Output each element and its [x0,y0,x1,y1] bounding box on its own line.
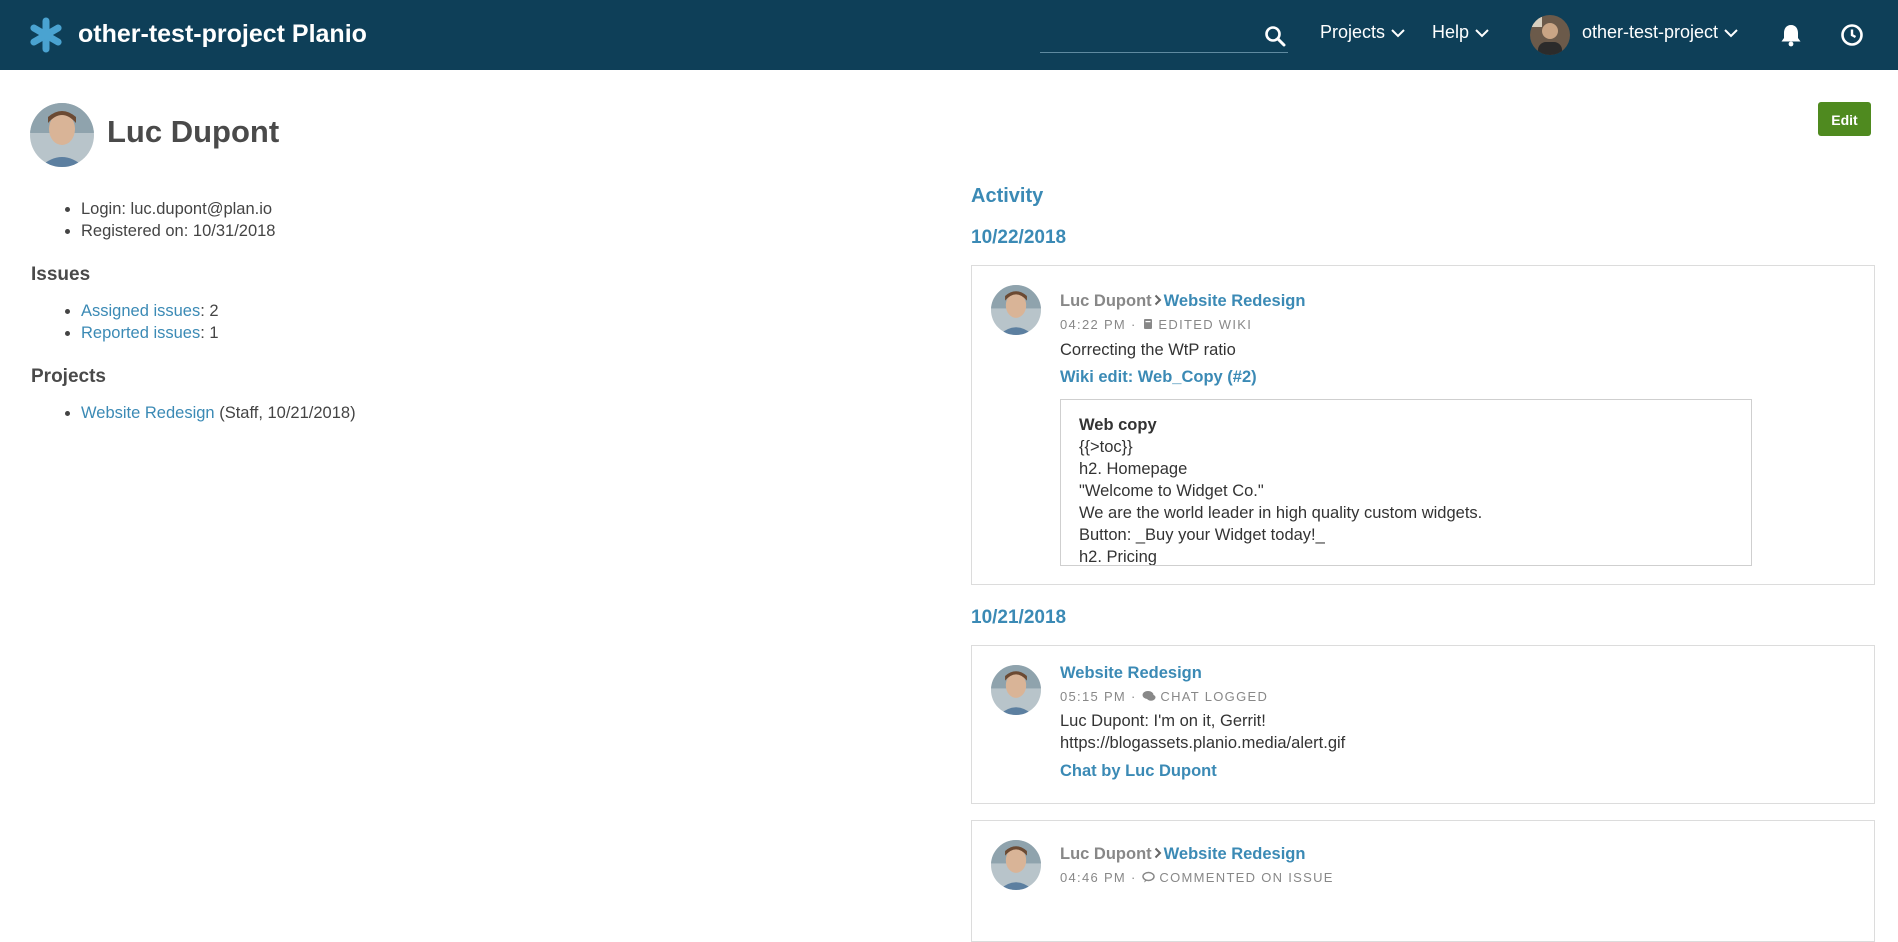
search-input[interactable] [1040,22,1254,52]
user-details: Login: luc.dupont@plan.io Registered on:… [31,198,911,424]
help-menu[interactable]: Help [1432,22,1489,43]
assigned-issues-link[interactable]: Assigned issues [81,302,200,320]
wiki-line: "Welcome to Widget Co." [1079,482,1264,500]
activity-date: 10/21/2018 [971,607,1067,628]
issues-list: Assigned issues: 2 Reported issues: 1 [31,300,911,344]
planio-logo-icon[interactable] [28,17,64,53]
event-title: Luc Dupont Website Redesign [1060,292,1305,311]
event-avatar[interactable] [991,840,1041,890]
event-title: Luc Dupont Website Redesign [1060,845,1305,864]
wiki-line: h2. Homepage [1079,460,1188,478]
registered-value: 10/31/2018 [192,222,276,240]
chevron-down-icon [1391,29,1405,38]
user-menu[interactable]: other-test-project [1582,22,1738,43]
wiki-title: Web copy [1079,416,1157,434]
chat-icon [1142,691,1155,701]
event-action: COMMENTED ON ISSUE [1159,870,1334,885]
chevron-down-icon [1475,29,1489,38]
projects-list: Website Redesign (Staff, 10/21/2018) [31,402,911,424]
help-menu-label: Help [1432,22,1470,42]
login-item: Login: luc.dupont@plan.io [81,198,911,220]
avatar-image [30,103,94,167]
event-avatar[interactable] [991,665,1041,715]
app-title[interactable]: other-test-project Planio [78,20,367,49]
wiki-line: {{>toc}} [1079,438,1133,456]
event-project-link[interactable]: Website Redesign [1164,292,1306,310]
event-text-line: https://blogassets.planio.media/alert.gi… [1060,734,1346,752]
avatar-image [991,285,1041,335]
user-menu-label: other-test-project [1582,22,1719,42]
edit-button[interactable]: Edit [1818,102,1871,136]
top-bar: other-test-project Planio Projects Help … [0,0,1898,70]
wiki-edit-link[interactable]: Wiki edit: Web_Copy (#2) [1060,368,1257,387]
registered-label: Registered on: [81,222,193,240]
project-detail: (Staff, 10/21/2018) [214,404,356,422]
event-action: EDITED WIKI [1158,317,1253,332]
project-item: Website Redesign (Staff, 10/21/2018) [81,402,911,424]
profile-avatar [30,103,94,167]
event-meta: 05:15 PM · CHAT LOGGED [1060,689,1269,704]
assigned-issues-item: Assigned issues: 2 [81,300,911,322]
activity-heading[interactable]: Activity [971,185,1043,208]
user-info-list: Login: luc.dupont@plan.io Registered on:… [31,198,911,242]
chevron-right-icon [1152,292,1164,311]
projects-heading: Projects [31,366,106,387]
avatar-image [991,840,1041,890]
user-avatar[interactable] [1530,15,1570,55]
event-project-link[interactable]: Website Redesign [1164,845,1306,863]
login-label: Login: [81,200,131,218]
avatar-image [1530,15,1570,55]
event-time: 04:46 PM [1060,870,1127,885]
event-author-link[interactable]: Luc Dupont [1060,845,1152,863]
registered-item: Registered on: 10/31/2018 [81,220,911,242]
comment-icon [1141,871,1155,883]
wiki-line: We are the world leader in high quality … [1079,504,1483,522]
projects-menu[interactable]: Projects [1320,22,1405,43]
activity-event: Luc Dupont Website Redesign 04:46 PM · CO… [971,820,1875,942]
wiki-line: Button: _Buy your Widget today!_ [1079,526,1325,544]
event-meta: 04:22 PM · EDITED WIKI [1060,317,1253,332]
event-avatar[interactable] [991,285,1041,335]
chevron-right-icon [1152,845,1164,864]
login-value: luc.dupont@plan.io [130,200,273,218]
wiki-line: h2. Pricing [1079,548,1157,566]
avatar-image [991,665,1041,715]
page-title: Luc Dupont [107,114,280,149]
search-icon[interactable] [1264,25,1286,47]
event-author-link[interactable]: Luc Dupont [1060,292,1152,310]
event-title: Website Redesign [1060,664,1202,683]
activity-event: Website Redesign 05:15 PM · CHAT LOGGED … [971,645,1875,804]
event-action: CHAT LOGGED [1160,689,1269,704]
event-text: Correcting the WtP ratio [1060,341,1236,359]
clock-icon[interactable] [1839,22,1865,48]
event-meta: 04:46 PM · COMMENTED ON ISSUE [1060,870,1334,885]
search-box [1040,22,1288,53]
reported-issues-link[interactable]: Reported issues [81,324,200,342]
event-time: 04:22 PM [1060,317,1127,332]
projects-menu-label: Projects [1320,22,1386,42]
wiki-preview: Web copy {{>toc}} h2. Homepage "Welcome … [1060,399,1752,566]
bell-icon[interactable] [1778,22,1804,48]
reported-issues-item: Reported issues: 1 [81,322,911,344]
project-link[interactable]: Website Redesign [81,404,215,422]
chevron-down-icon [1724,29,1738,38]
issues-heading: Issues [31,264,91,285]
chat-link[interactable]: Chat by Luc Dupont [1060,762,1217,781]
activity-date: 10/22/2018 [971,227,1067,248]
event-time: 05:15 PM [1060,689,1127,704]
event-project-link[interactable]: Website Redesign [1060,664,1202,682]
event-text-line: Luc Dupont: I'm on it, Gerrit! [1060,712,1266,730]
book-icon [1143,319,1152,329]
assigned-issues-count: : 2 [200,302,219,320]
reported-issues-count: : 1 [200,324,219,342]
activity-event: Luc Dupont Website Redesign 04:22 PM · ED… [971,265,1875,585]
